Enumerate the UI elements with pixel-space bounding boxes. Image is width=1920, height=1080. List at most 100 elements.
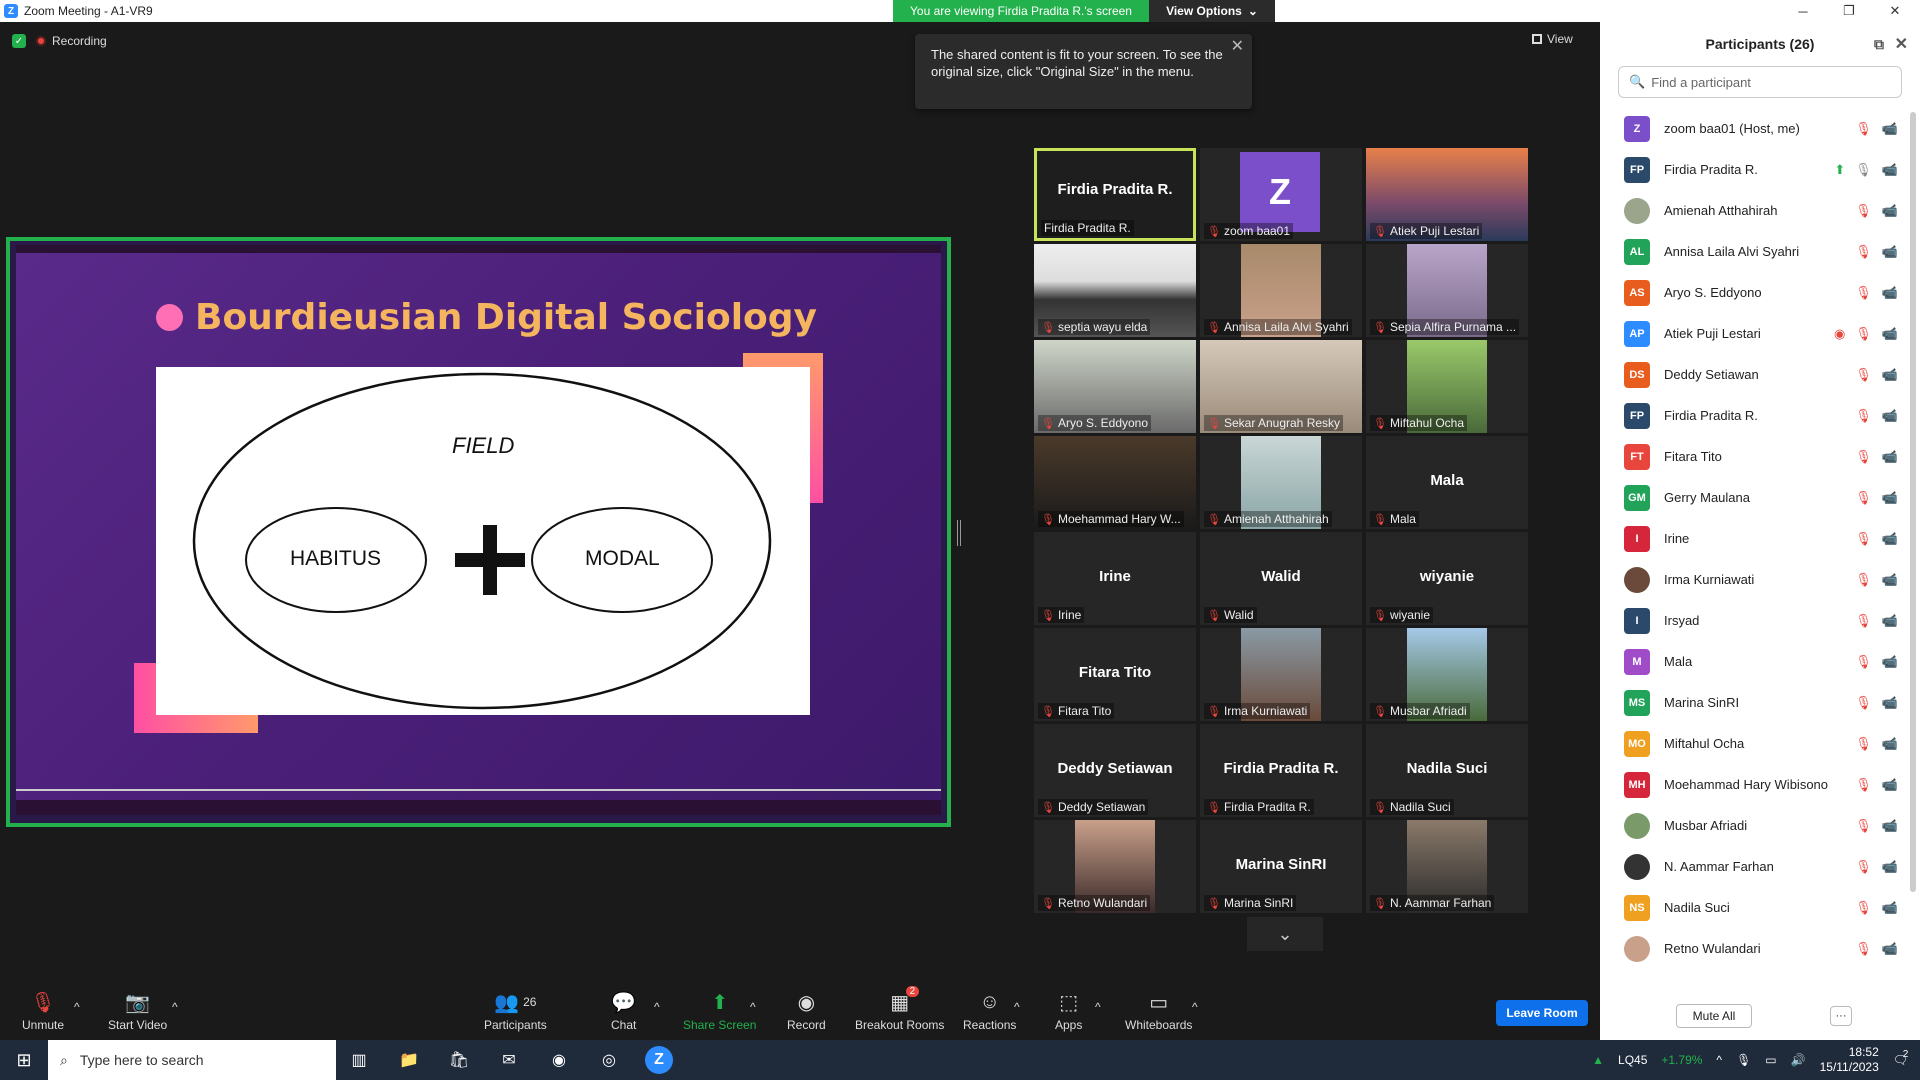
- participant-row[interactable]: I Irine 🎙 📹: [1600, 518, 1906, 559]
- reactions-button[interactable]: ☺ Reactions: [963, 990, 1016, 1033]
- mic-muted-icon[interactable]: 🎙: [1855, 408, 1872, 424]
- share-options-caret[interactable]: ^: [750, 1000, 756, 1014]
- participant-row[interactable]: Retno Wulandari 🎙 📹: [1600, 928, 1906, 969]
- camera-off-icon[interactable]: 📹: [1882, 408, 1898, 424]
- video-tile[interactable]: wiyanie 🎙 wiyanie: [1366, 532, 1528, 625]
- camera-off-icon[interactable]: 📹: [1882, 531, 1898, 547]
- chat-button[interactable]: 💬 Chat: [611, 990, 636, 1033]
- store-icon[interactable]: 🛍: [445, 1046, 473, 1074]
- mic-muted-icon[interactable]: 🎙: [1855, 572, 1872, 588]
- windows-start-icon[interactable]: ⊞: [10, 1046, 38, 1074]
- video-options-caret[interactable]: ^: [172, 1000, 178, 1014]
- mic-muted-icon[interactable]: 🎙: [1855, 777, 1872, 793]
- participant-row[interactable]: Amienah Atthahirah 🎙 📹: [1600, 190, 1906, 231]
- video-tile[interactable]: 🎙 Retno Wulandari: [1034, 820, 1196, 913]
- taskbar-search-input[interactable]: ⌕ Type here to search: [48, 1040, 336, 1080]
- mic-muted-icon[interactable]: 🎙: [1855, 244, 1872, 260]
- shared-screen[interactable]: Bourdieusian Digital Sociology FIELD HAB…: [6, 237, 951, 827]
- mic-muted-icon[interactable]: 🎙: [1855, 490, 1872, 506]
- chat-options-caret[interactable]: ^: [654, 1000, 660, 1014]
- video-tile[interactable]: Nadila Suci 🎙 Nadila Suci: [1366, 724, 1528, 817]
- mute-all-button[interactable]: Mute All: [1676, 1004, 1752, 1028]
- mic-muted-icon[interactable]: 🎙: [1855, 736, 1872, 752]
- video-tile[interactable]: 🎙 Miftahul Ocha: [1366, 340, 1528, 433]
- participants-button[interactable]: 👥 26 Participants: [484, 990, 547, 1033]
- camera-off-icon[interactable]: 📹: [1882, 859, 1898, 875]
- mic-muted-icon[interactable]: 🎙: [1855, 203, 1872, 219]
- scrollbar[interactable]: [1910, 112, 1916, 892]
- camera-off-icon[interactable]: 📹: [1882, 818, 1898, 834]
- reactions-caret[interactable]: ^: [1014, 1000, 1020, 1014]
- mic-muted-icon[interactable]: 🎙: [1855, 900, 1872, 916]
- mic-muted-icon[interactable]: 🎙: [1855, 695, 1872, 711]
- camera-off-icon[interactable]: 📹: [1882, 900, 1898, 916]
- camera-icon[interactable]: 📹: [1882, 285, 1898, 301]
- participant-row[interactable]: Zzoom baa01 (Host, me) 🎙 📹: [1600, 108, 1906, 149]
- video-tile[interactable]: 🎙 Sepia Alfira Purnama ...: [1366, 244, 1528, 337]
- camera-off-icon[interactable]: 📹: [1882, 613, 1898, 629]
- camera-off-icon[interactable]: 📹: [1882, 490, 1898, 506]
- mic-muted-icon[interactable]: 🎙: [1855, 613, 1872, 629]
- camera-icon[interactable]: 📹: [1882, 244, 1898, 260]
- camera-off-icon[interactable]: 📹: [1882, 695, 1898, 711]
- shield-icon[interactable]: ✓: [12, 34, 26, 48]
- mic-muted-icon[interactable]: 🎙: [1855, 367, 1872, 383]
- mic-icon[interactable]: 🎙: [1736, 1053, 1751, 1067]
- video-tile[interactable]: 🎙 Sekar Anugrah Resky: [1200, 340, 1362, 433]
- breakout-rooms-button[interactable]: ▦ 2 Breakout Rooms: [855, 986, 944, 1032]
- apps-button[interactable]: ⬚ Apps: [1055, 990, 1082, 1033]
- camera-off-icon[interactable]: 📹: [1882, 203, 1898, 219]
- mic-icon[interactable]: 🎙: [1855, 162, 1872, 178]
- volume-icon[interactable]: 🔊: [1791, 1053, 1806, 1067]
- scroll-down-button[interactable]: ⌄: [1247, 917, 1323, 951]
- mic-muted-icon[interactable]: 🎙: [1855, 449, 1872, 465]
- video-tile[interactable]: Walid 🎙 Walid: [1200, 532, 1362, 625]
- mic-muted-icon[interactable]: 🎙: [1855, 859, 1872, 875]
- close-icon[interactable]: ✕: [1231, 38, 1244, 55]
- video-tile[interactable]: Mala 🎙 Mala: [1366, 436, 1528, 529]
- camera-off-icon[interactable]: 📹: [1882, 449, 1898, 465]
- video-tile[interactable]: 🎙 Moehammad Hary W...: [1034, 436, 1196, 529]
- participant-row[interactable]: GM Gerry Maulana 🎙 📹: [1600, 477, 1906, 518]
- participant-row[interactable]: AP Atiek Puji Lestari ◉ 🎙 📹: [1600, 313, 1906, 354]
- participant-row[interactable]: AS Aryo S. Eddyono 🎙 📹: [1600, 272, 1906, 313]
- close-window-button[interactable]: ✕: [1872, 0, 1918, 22]
- video-tile[interactable]: 🎙 septia wayu elda: [1034, 244, 1196, 337]
- chrome-profile-icon[interactable]: ◎: [595, 1046, 623, 1074]
- video-tile[interactable]: Marina SinRI 🎙 Marina SinRI: [1200, 820, 1362, 913]
- file-explorer-icon[interactable]: 📁: [395, 1046, 423, 1074]
- notifications-button[interactable]: 🗨 2: [1893, 1049, 1909, 1067]
- video-tile[interactable]: Firdia Pradita R. Firdia Pradita R.: [1034, 148, 1196, 241]
- view-button[interactable]: View: [1532, 32, 1573, 46]
- participant-row[interactable]: NS Nadila Suci 🎙 📹: [1600, 887, 1906, 928]
- camera-icon[interactable]: 📹: [1882, 326, 1898, 342]
- view-options-button[interactable]: View Options ⌄: [1149, 0, 1275, 22]
- mic-muted-icon[interactable]: 🎙: [1855, 654, 1872, 670]
- stock-ticker[interactable]: LQ45: [1618, 1053, 1647, 1067]
- video-tile[interactable]: 🎙 Amienah Atthahirah: [1200, 436, 1362, 529]
- camera-icon[interactable]: 📹: [1882, 777, 1898, 793]
- whiteboards-button[interactable]: ▭ Whiteboards: [1125, 990, 1192, 1033]
- video-tile[interactable]: Firdia Pradita R. 🎙 Firdia Pradita R.: [1200, 724, 1362, 817]
- mic-muted-icon[interactable]: 🎙: [1855, 818, 1872, 834]
- resize-handle[interactable]: [957, 520, 961, 546]
- apps-caret[interactable]: ^: [1095, 1000, 1101, 1014]
- camera-off-icon[interactable]: 📹: [1882, 941, 1898, 957]
- video-tile[interactable]: 🎙 Aryo S. Eddyono: [1034, 340, 1196, 433]
- mic-muted-icon[interactable]: 🎙: [1855, 285, 1872, 301]
- participant-row[interactable]: M Mala 🎙 📹: [1600, 641, 1906, 682]
- participant-row[interactable]: MO Miftahul Ocha 🎙 📹: [1600, 723, 1906, 764]
- participant-search-input[interactable]: 🔍 Find a participant: [1618, 66, 1902, 98]
- participant-row[interactable]: FT Fitara Tito 🎙 📹: [1600, 436, 1906, 477]
- pop-out-icon[interactable]: ⧉: [1874, 36, 1884, 53]
- mic-muted-icon[interactable]: 🎙: [1855, 531, 1872, 547]
- camera-off-icon[interactable]: 📹: [1882, 367, 1898, 383]
- video-tile[interactable]: 🎙 N. Aammar Farhan: [1366, 820, 1528, 913]
- participant-row[interactable]: MH Moehammad Hary Wibisono 🎙 📹: [1600, 764, 1906, 805]
- mic-muted-icon[interactable]: 🎙: [1855, 941, 1872, 957]
- video-tile[interactable]: Fitara Tito 🎙 Fitara Tito: [1034, 628, 1196, 721]
- video-tile[interactable]: 🎙 Irma Kurniawati: [1200, 628, 1362, 721]
- more-options-button[interactable]: ···: [1830, 1006, 1852, 1026]
- camera-icon[interactable]: 📹: [1882, 736, 1898, 752]
- mic-muted-icon[interactable]: 🎙: [1855, 326, 1872, 342]
